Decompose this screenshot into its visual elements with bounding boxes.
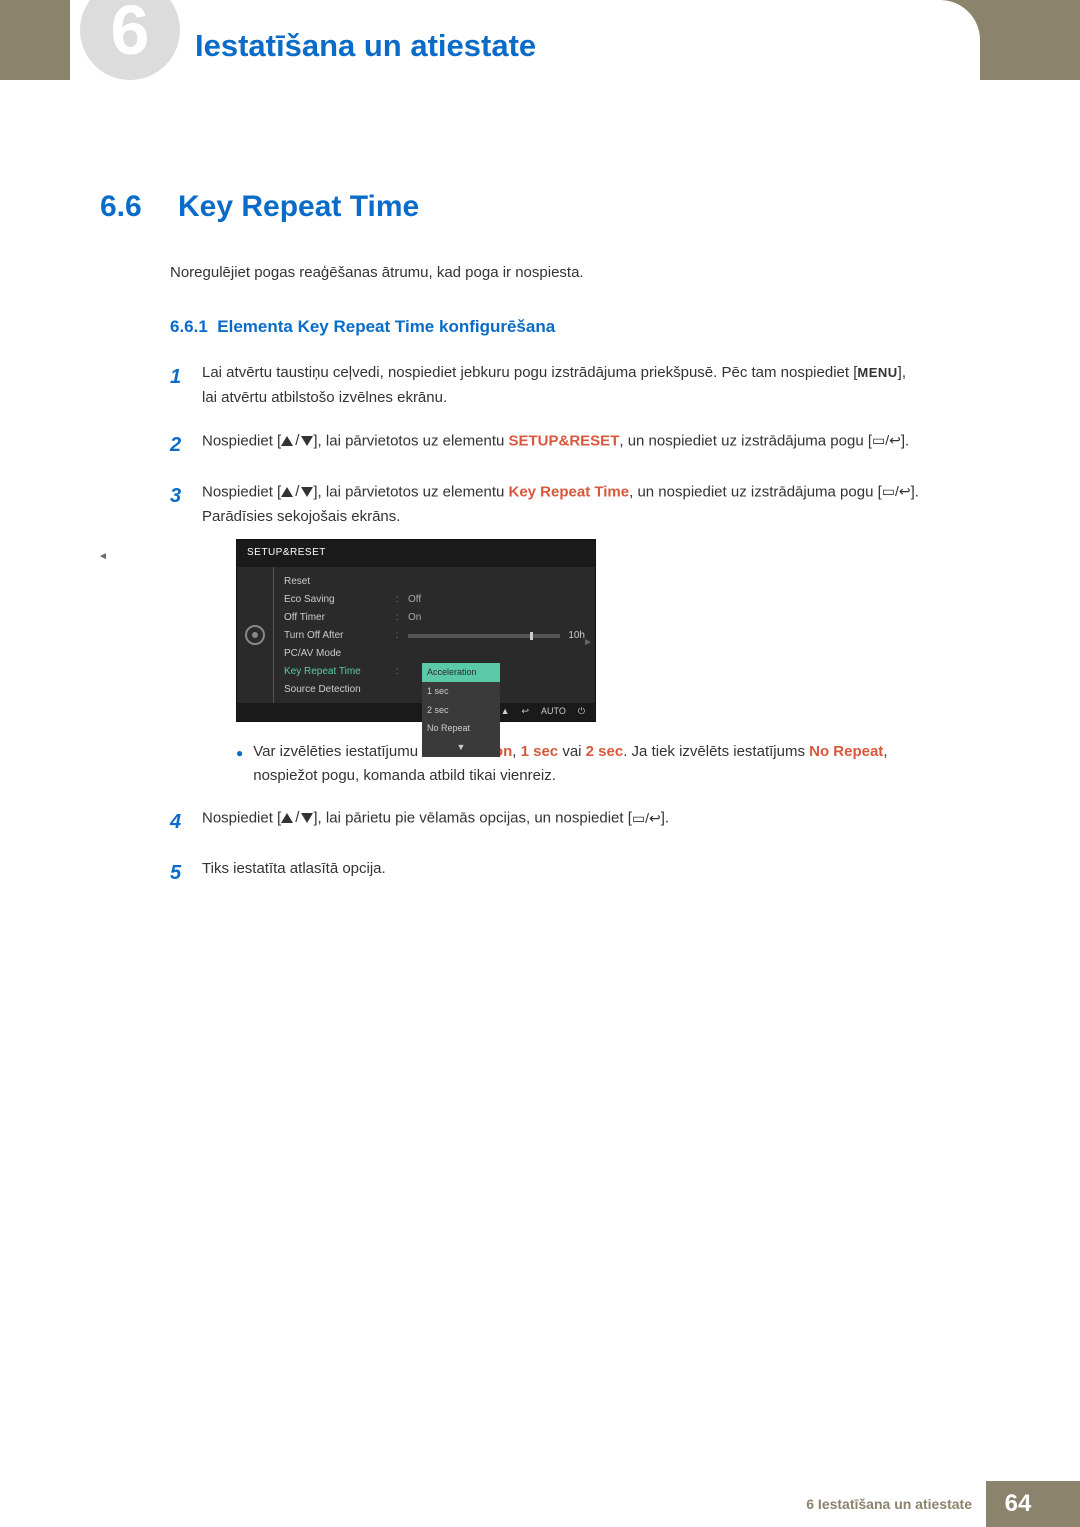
up-down-icon: / bbox=[281, 429, 313, 454]
osd-footer: ◄ ▼ ▲ ↩ AUTO ⏻ bbox=[237, 703, 595, 721]
step-5: 5 Tiks iestatīta atlasītā opcija. bbox=[170, 857, 920, 890]
bullet-icon: ● bbox=[236, 744, 243, 788]
up-down-icon: / bbox=[281, 480, 313, 505]
enter-source-icon: ▭/↩ bbox=[632, 807, 661, 830]
osd-item-turnoff: Turn Off After bbox=[284, 628, 394, 645]
footer-page-number: 64 bbox=[986, 1481, 1050, 1527]
up-down-icon: / bbox=[281, 806, 313, 831]
step-number: 1 bbox=[170, 361, 188, 394]
step-number: 4 bbox=[170, 806, 188, 839]
osd-option-2sec: 2 sec bbox=[422, 701, 500, 720]
osd-dropdown-arrow-icon: ▼ bbox=[422, 738, 500, 757]
osd-title: SETUP&RESET bbox=[237, 540, 595, 567]
footer-edge bbox=[1050, 1481, 1080, 1527]
enter-source-icon: ▭/↩ bbox=[872, 429, 901, 452]
osd-foot-up-icon: ▲ bbox=[501, 704, 510, 719]
osd-option-acceleration: Acceleration bbox=[422, 663, 500, 682]
step-3: 3 Nospiediet [/], lai pārvietotos uz ele… bbox=[170, 480, 920, 788]
osd-item-offtimer: Off Timer bbox=[284, 610, 394, 627]
section-number: 6.6 bbox=[100, 190, 160, 224]
osd-value-eco: Off bbox=[400, 592, 585, 609]
enter-source-icon: ▭/↩ bbox=[882, 480, 911, 503]
osd-slider bbox=[408, 634, 560, 638]
osd-screenshot: SETUP&RESET ◄ ► Reset Eco Saving:Off Off… bbox=[236, 539, 920, 722]
hl-norepeat: No Repeat bbox=[809, 743, 883, 760]
step-1: 1 Lai atvērtu taustiņu ceļvedi, nospiedi… bbox=[170, 361, 920, 411]
page-content: 6.6 Key Repeat Time Noregulējiet pogas r… bbox=[100, 190, 920, 908]
osd-right-arrow-icon: ► bbox=[583, 635, 593, 652]
menu-key-icon: MENU bbox=[857, 365, 897, 380]
osd-jog-icon bbox=[245, 625, 265, 645]
step-4: 4 Nospiediet [/], lai pārietu pie vēlamā… bbox=[170, 806, 920, 839]
section-title: Key Repeat Time bbox=[178, 190, 419, 224]
osd-foot-auto: AUTO bbox=[541, 704, 566, 719]
steps-list: 1 Lai atvērtu taustiņu ceļvedi, nospiedi… bbox=[170, 361, 920, 890]
osd-foot-power-icon: ⏻ bbox=[578, 704, 585, 719]
step-3-bullet: ● Var izvēlēties iestatījumu Acceleratio… bbox=[236, 740, 920, 788]
osd-dropdown: Acceleration 1 sec 2 sec No Repeat ▼ bbox=[422, 663, 500, 757]
step-2: 2 Nospiediet [/], lai pārvietotos uz ele… bbox=[170, 429, 920, 462]
subsection-title: Elementa Key Repeat Time konfigurēšana bbox=[217, 317, 555, 336]
osd-option-norepeat: No Repeat bbox=[422, 719, 500, 738]
step-number: 2 bbox=[170, 429, 188, 462]
osd-left-arrow-icon: ◄ bbox=[98, 549, 108, 566]
osd-item-reset: Reset bbox=[284, 574, 394, 591]
osd-item-eco: Eco Saving bbox=[284, 592, 394, 609]
setup-reset-highlight: SETUP&RESET bbox=[509, 432, 620, 449]
osd-item-pcav: PC/AV Mode bbox=[284, 646, 394, 663]
subsection-heading: 6.6.1 Elementa Key Repeat Time konfigurē… bbox=[170, 317, 920, 337]
osd-option-1sec: 1 sec bbox=[422, 682, 500, 701]
section-heading: 6.6 Key Repeat Time bbox=[100, 190, 920, 224]
footer-chapter-label: 6 Iestatīšana un atiestate bbox=[806, 1496, 986, 1512]
subsection-number: 6.6.1 bbox=[170, 317, 208, 336]
hl-1sec: 1 sec bbox=[521, 743, 559, 760]
section-intro: Noregulējiet pogas reaģēšanas ātrumu, ka… bbox=[170, 264, 920, 281]
step-number: 5 bbox=[170, 857, 188, 890]
osd-item-keyrepeat: Key Repeat Time bbox=[284, 664, 394, 681]
key-repeat-highlight: Key Repeat Time bbox=[509, 483, 630, 500]
hl-2sec: 2 sec bbox=[586, 743, 624, 760]
osd-value-offtimer: On bbox=[400, 610, 585, 627]
osd-foot-enter-icon: ↩ bbox=[521, 704, 529, 719]
step-number: 3 bbox=[170, 480, 188, 513]
osd-item-source: Source Detection bbox=[284, 682, 394, 699]
page-footer: 6 Iestatīšana un atiestate 64 bbox=[0, 1481, 1080, 1527]
chapter-title: Iestatīšana un atiestate bbox=[195, 28, 536, 64]
